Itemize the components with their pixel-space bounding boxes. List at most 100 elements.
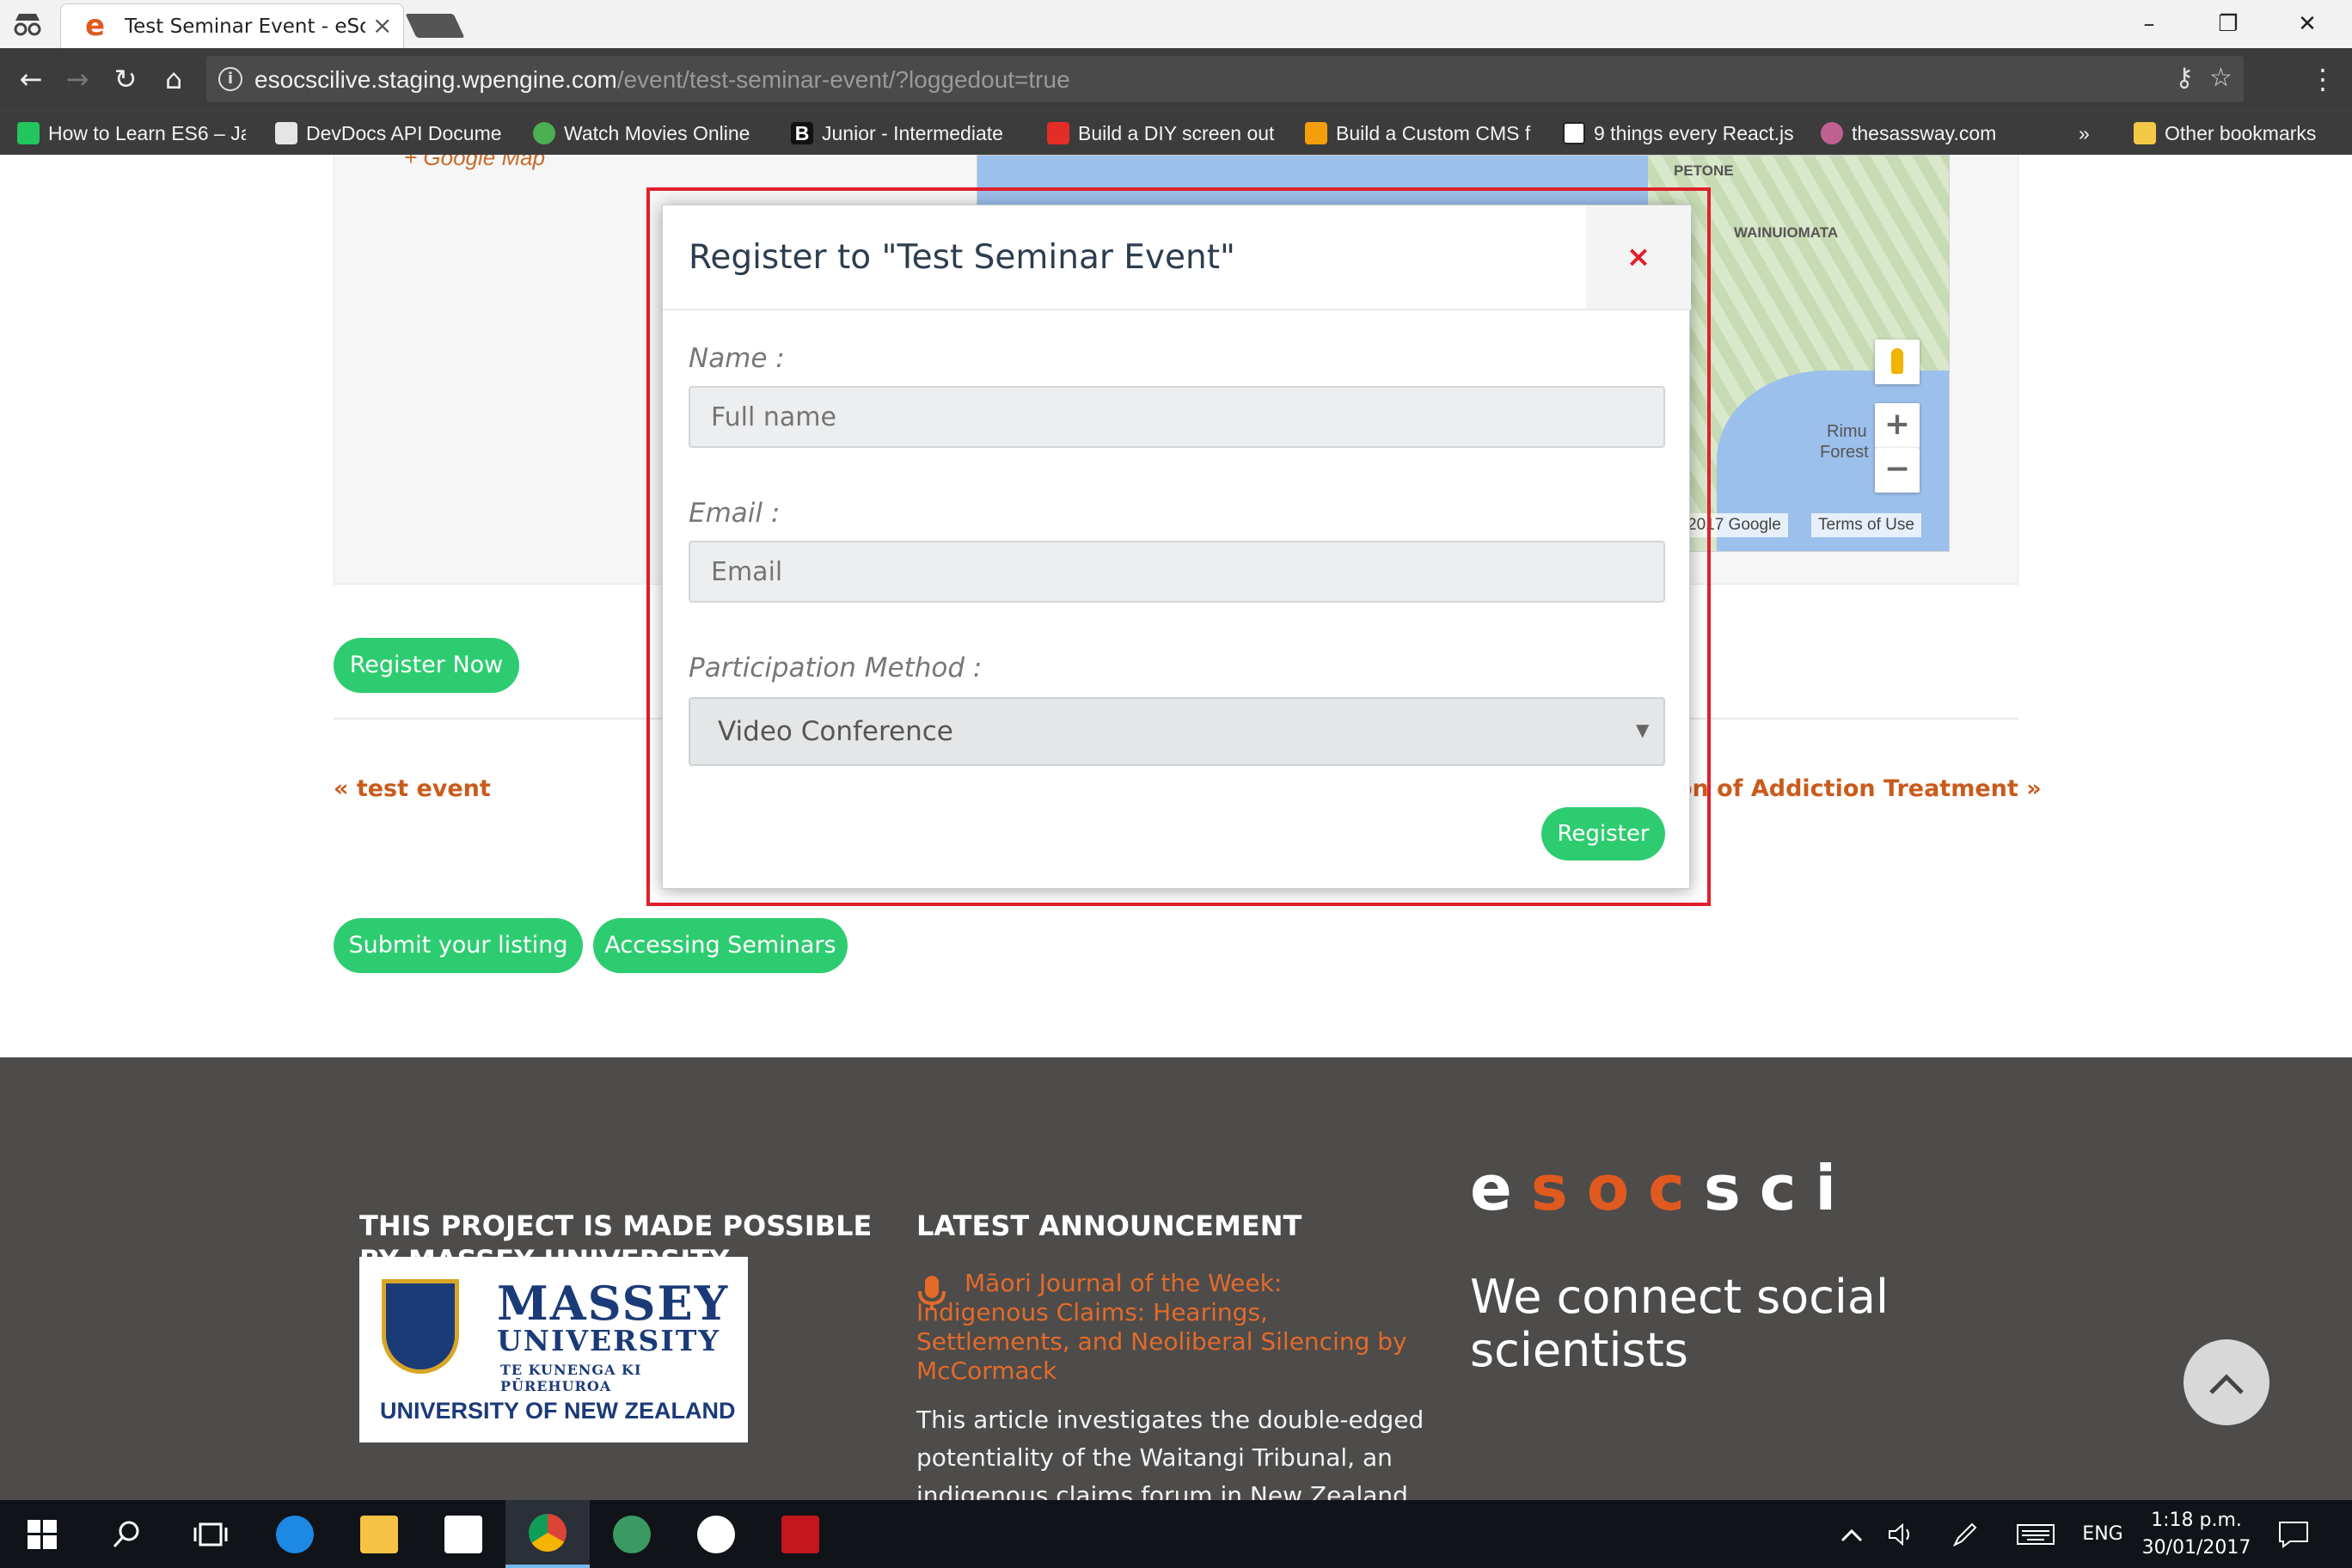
announcement-title-link[interactable]: Māori Journal of the Week: Indigenous Cl… [916,1269,1415,1386]
folder-icon [2134,122,2156,144]
bookmark-item[interactable]: Watch Movies Online [533,119,779,147]
chrome-app[interactable] [505,1500,590,1568]
volume-button[interactable] [1888,1500,1922,1568]
map-terms-link[interactable]: Terms of Use [1811,513,1921,537]
bookmark-favicon-icon [1047,122,1069,144]
bookmark-favicon-icon [1305,122,1327,144]
start-button[interactable] [0,1500,84,1568]
massey-university-logo[interactable]: MASSEY UNIVERSITY TE KUNENGA KI PŪREHURO… [359,1257,748,1442]
name-label: Name : [689,343,785,374]
slack-app[interactable] [674,1500,758,1568]
map-zoom-in-button[interactable]: + [1875,403,1920,448]
full-name-input[interactable] [689,386,1665,448]
modal-header: Register to "Test Seminar Event" × [663,205,1691,310]
atom-app[interactable] [590,1500,674,1568]
bookmark-favicon-icon [275,122,297,144]
footer-announcement-heading: LATEST ANNOUNCEMENT [916,1210,1302,1242]
logo-part-soc: soc [1530,1152,1704,1224]
touch-keyboard-button[interactable] [2017,1500,2060,1568]
chrome-menu-icon[interactable]: ⋮ [2304,60,2342,98]
file-explorer-app[interactable] [337,1500,421,1568]
keyboard-icon [2017,1524,2055,1545]
bookmark-item[interactable]: How to Learn ES6 – Ja [17,119,246,147]
bookmark-star-icon[interactable]: ☆ [2209,63,2233,93]
site-info-icon[interactable]: i [218,67,242,91]
bookmark-item[interactable]: B Junior - Intermediate [791,119,1028,147]
bookmark-item[interactable]: Build a Custom CMS f [1305,119,1534,147]
other-bookmarks-folder[interactable]: Other bookmarks [2134,119,2316,147]
bookmarks-overflow-button[interactable]: » [2079,119,2090,147]
bookmark-favicon-icon [1821,122,1843,144]
bookmark-label: 9 things every React.js [1594,121,1794,144]
address-bar[interactable]: i esocscilive.staging.wpengine.com/event… [206,56,2244,102]
logo-part-e: e [1470,1152,1531,1224]
windows-taskbar: ENG 1:18 p.m. 30/01/2017 [0,1500,2352,1568]
announcement-excerpt: This article investigates the double-edg… [916,1406,1424,1500]
folder-icon [360,1515,398,1553]
register-submit-button[interactable]: Register [1541,807,1665,861]
esocsci-logo[interactable]: esocsci [1470,1152,1855,1224]
map-label-petone: PETONE [1674,162,1734,179]
logo-part-sci: sci [1703,1152,1856,1224]
show-hidden-icons-button[interactable] [1834,1500,1869,1568]
submit-listing-button[interactable]: Submit your listing [334,918,583,973]
previous-event-link[interactable]: « test event [334,775,491,802]
store-app[interactable] [421,1500,505,1568]
back-button[interactable]: ← [12,60,50,98]
slack-icon [697,1515,735,1553]
participation-method-select[interactable]: Video Conference ▼ [689,697,1665,766]
participation-method-label: Participation Method : [689,652,983,683]
next-event-link[interactable]: on of Addiction Treatment » [1676,775,2042,802]
bookmark-label: Build a DIY screen out [1078,121,1275,144]
pen-icon [1952,1522,1977,1547]
notification-icon [2279,1522,2308,1548]
email-input[interactable] [689,541,1665,603]
google-map-link[interactable]: + Google Map [404,155,545,171]
url-text[interactable]: esocscilive.staging.wpengine.com/event/t… [254,66,1070,94]
email-label: Email : [689,498,781,529]
pen-workspace-button[interactable] [1951,1500,1986,1568]
clock-time: 1:18 p.m. [2151,1510,2242,1531]
map-zoom-out-button[interactable]: − [1875,448,1920,493]
browser-title-bar: e Test Seminar Event - eSocSci × – ❐ ✕ [0,0,2352,48]
action-center-button[interactable] [2278,1500,2321,1568]
reload-button[interactable]: ↻ [107,60,144,98]
task-view-button[interactable] [168,1500,253,1568]
close-window-button[interactable]: ✕ [2273,5,2342,43]
bookmark-favicon-icon [1563,122,1585,144]
massey-logo-nz: UNIVERSITY OF NEW ZEALAND [380,1398,736,1424]
maximize-button[interactable]: ❐ [2194,5,2263,43]
edge-app[interactable] [253,1500,337,1568]
system-clock[interactable]: 1:18 p.m. 30/01/2017 [2123,1507,2269,1562]
other-bookmarks-label: Other bookmarks [2165,121,2317,144]
url-path: /event/test-seminar-event/?loggedout=tru… [616,66,1070,93]
forward-button[interactable]: → [58,60,96,98]
register-now-button[interactable]: Register Now [334,638,519,693]
browser-tab-active[interactable]: e Test Seminar Event - eSocSci × [60,3,404,48]
search-button[interactable] [84,1500,168,1568]
new-tab-button[interactable] [405,14,465,38]
footer-tagline: We connect social scientists [1470,1270,1890,1377]
input-language-indicator[interactable]: ENG [2079,1500,2127,1568]
accessing-seminars-button[interactable]: Accessing Seminars [593,918,848,973]
bookmark-item[interactable]: Build a DIY screen out [1047,119,1276,147]
url-host: esocscilive.staging.wpengine.com [254,66,617,93]
modal-close-button[interactable]: × [1586,205,1691,309]
dropdown-caret-icon: ▼ [1636,720,1650,740]
bookmark-item[interactable]: thesassway.com [1821,119,2024,147]
password-key-icon[interactable]: ⚷ [2175,63,2194,93]
registration-modal: Register to "Test Seminar Event" × Name … [662,205,1691,889]
massey-logo-maori: TE KUNENGA KI PŪREHUROA [500,1362,642,1394]
scroll-to-top-button[interactable] [2184,1339,2269,1425]
bookmarks-bar: How to Learn ES6 – Ja DevDocs API Docume… [0,110,2352,155]
tab-close-icon[interactable]: × [372,11,392,40]
windows-logo-icon [28,1519,57,1549]
massey-logo-university: UNIVERSITY [497,1324,720,1357]
home-button[interactable]: ⌂ [155,60,193,98]
bookmark-item[interactable]: DevDocs API Docume [275,119,504,147]
filezilla-app[interactable] [758,1500,842,1568]
chevron-up-icon [2209,1374,2244,1394]
street-view-pegman-icon[interactable] [1875,340,1920,384]
bookmark-item[interactable]: 9 things every React.js [1563,119,1800,147]
minimize-button[interactable]: – [2115,5,2184,43]
